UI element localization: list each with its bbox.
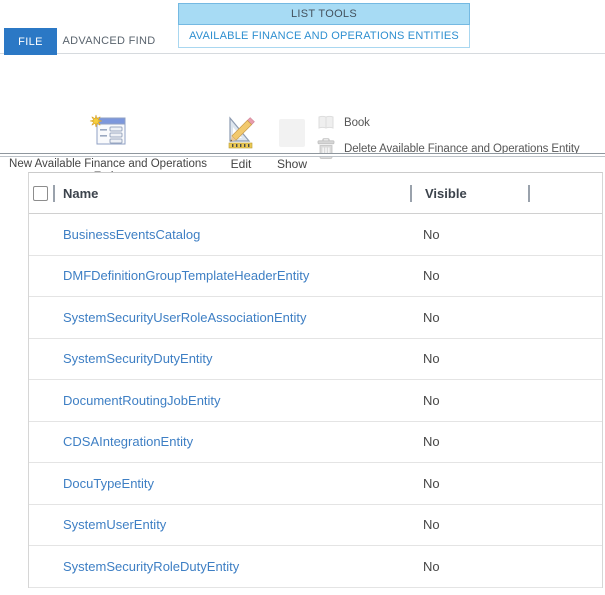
grid-header-row: Name Visible — [29, 173, 602, 214]
table-row: SystemSecurityUserRoleAssociationEntity … — [29, 297, 602, 339]
table-row: SystemSecurityDutyEntity No — [29, 339, 602, 381]
header-separator — [53, 185, 55, 202]
table-row: DMFDefinitionGroupTemplateHeaderEntity N… — [29, 256, 602, 298]
column-header-visible[interactable]: Visible — [425, 186, 528, 201]
visible-value: No — [423, 559, 440, 574]
entities-grid: Name Visible BusinessEventsCatalog No DM… — [28, 172, 603, 588]
entity-name-link[interactable]: CDSAIntegrationEntity — [63, 434, 423, 449]
entity-name-link[interactable]: SystemUserEntity — [63, 517, 423, 532]
visible-value: No — [423, 393, 440, 408]
new-sparkle-icon — [90, 115, 102, 127]
new-entity-button-label-line1: New Available Finance and Operations — [9, 158, 207, 171]
visible-value: No — [423, 476, 440, 491]
visible-value: No — [423, 268, 440, 283]
book-button-label: Book — [344, 117, 370, 129]
table-row: SystemSecurityRoleDutyEntity No — [29, 546, 602, 588]
visible-value: No — [423, 227, 440, 242]
header-separator — [528, 185, 530, 202]
table-row: DocumentRoutingJobEntity No — [29, 380, 602, 422]
entity-name-link[interactable]: SystemSecurityUserRoleAssociationEntity — [63, 310, 423, 325]
tab-available-finance-operations-entities[interactable]: AVAILABLE FINANCE AND OPERATIONS ENTITIE… — [178, 25, 470, 48]
header-separator — [410, 185, 412, 202]
book-icon — [318, 115, 334, 130]
entity-name-link[interactable]: SystemSecurityRoleDutyEntity — [63, 559, 423, 574]
ribbon: New Available Finance and Operations Ent… — [0, 55, 605, 153]
edit-button[interactable]: Edit — [218, 112, 264, 171]
show-as-icon — [278, 118, 306, 148]
visible-value: No — [423, 434, 440, 449]
entity-name-link[interactable]: SystemSecurityDutyEntity — [63, 351, 423, 366]
entity-name-link[interactable]: BusinessEventsCatalog — [63, 227, 423, 242]
column-header-name[interactable]: Name — [63, 186, 410, 201]
table-row: BusinessEventsCatalog No — [29, 214, 602, 256]
list-tools-label: LIST TOOLS — [291, 8, 357, 20]
visible-value: No — [423, 351, 440, 366]
table-row: DocuTypeEntity No — [29, 463, 602, 505]
file-tab-label: FILE — [18, 36, 43, 48]
visible-value: No — [423, 517, 440, 532]
advanced-find-tab-label: ADVANCED FIND — [63, 35, 156, 47]
select-all-checkbox[interactable] — [33, 186, 48, 201]
edit-pencil-icon — [225, 115, 257, 151]
visible-value: No — [423, 310, 440, 325]
edit-button-label: Edit — [231, 158, 252, 171]
tab-file[interactable]: FILE — [4, 28, 57, 55]
entity-name-link[interactable]: DocumentRoutingJobEntity — [63, 393, 423, 408]
table-row: SystemUserEntity No — [29, 505, 602, 547]
book-button[interactable]: Book — [318, 115, 370, 130]
new-entity-form-icon — [88, 114, 128, 152]
table-row: CDSAIntegrationEntity No — [29, 422, 602, 464]
ribbon-bottom-border — [0, 153, 605, 157]
active-tab-label: AVAILABLE FINANCE AND OPERATIONS ENTITIE… — [189, 30, 459, 42]
entity-name-link[interactable]: DMFDefinitionGroupTemplateHeaderEntity — [63, 268, 423, 283]
tab-advanced-find[interactable]: ADVANCED FIND — [57, 28, 161, 54]
entity-name-link[interactable]: DocuTypeEntity — [63, 476, 423, 491]
list-tools-contextual-banner: LIST TOOLS — [178, 3, 470, 25]
